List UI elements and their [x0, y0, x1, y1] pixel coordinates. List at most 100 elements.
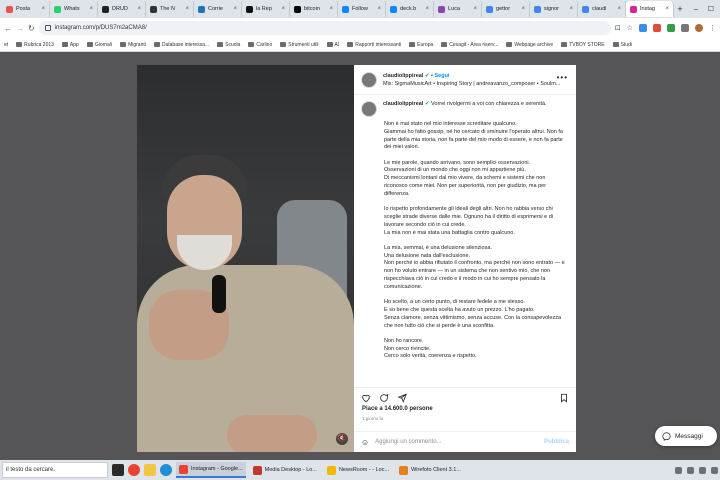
tray-icon[interactable]	[711, 466, 718, 474]
caption-line: Non ho rancore.	[384, 337, 424, 344]
browser-tab[interactable]: The N ×	[146, 1, 194, 17]
close-tab-icon[interactable]: ×	[281, 6, 285, 12]
browser-tab[interactable]: claudi ×	[578, 1, 626, 17]
taskbar-app[interactable]: Media Desktop - Lo...	[250, 462, 320, 478]
tray-icon[interactable]	[687, 466, 694, 474]
close-tab-icon[interactable]: ×	[425, 6, 429, 12]
browser-tab[interactable]: Whats ×	[50, 1, 98, 17]
bookmark-item[interactable]: Strumenti utili	[280, 42, 319, 48]
browser-tab[interactable]: gettor ×	[482, 1, 530, 17]
tab-label: Luca	[448, 6, 460, 12]
close-tab-icon[interactable]: ×	[137, 6, 141, 12]
forward-icon[interactable]: →	[16, 24, 24, 33]
taskbar-app[interactable]: Wirefoto Client 3.1...	[396, 462, 464, 478]
caption-username[interactable]: claudiolippireal	[383, 101, 423, 107]
extension-icon[interactable]	[639, 24, 647, 32]
bookmark-item[interactable]: App	[61, 42, 79, 48]
follow-button[interactable]: Segui	[434, 73, 449, 79]
bookmark-label: Migranti	[128, 41, 146, 48]
tray-icon[interactable]	[675, 466, 682, 474]
bookmark-item[interactable]: TVBOY STORE	[561, 42, 605, 48]
publish-button[interactable]: Pubblica	[544, 439, 569, 445]
more-options-icon[interactable]: •••	[557, 73, 568, 82]
install-icon[interactable]: ⊡	[615, 24, 621, 32]
avatar[interactable]	[361, 71, 377, 88]
star-icon[interactable]: ☆	[627, 24, 633, 32]
comment-icon[interactable]	[379, 393, 389, 403]
taskbar-app[interactable]: Instagram - Google...	[176, 462, 246, 478]
bookmark-item[interactable]: Scuola	[217, 42, 240, 48]
browser-tab[interactable]: DRUD ×	[98, 1, 146, 17]
username-link[interactable]: claudiolippireal	[383, 73, 423, 79]
task-view-icon[interactable]	[112, 464, 124, 476]
reel-video[interactable]: 🔇	[137, 65, 354, 452]
browser-tab[interactable]: Posta ×	[2, 1, 50, 17]
browser-tab[interactable]: bitcoin ×	[290, 1, 338, 17]
taskbar-search[interactable]: il testo da cercare.	[2, 462, 108, 478]
new-tab-button[interactable]: +	[674, 4, 686, 14]
post-actions	[354, 387, 576, 407]
close-tab-icon[interactable]: ×	[665, 6, 669, 12]
likes-count[interactable]: Piace a 14.600.0 persone	[362, 406, 433, 412]
browser-tab[interactable]: Luca ×	[434, 1, 482, 17]
close-tab-icon[interactable]: ×	[617, 6, 621, 12]
browser-tab[interactable]: signor ×	[530, 1, 578, 17]
bookmark-item[interactable]: Studi	[612, 42, 632, 48]
close-tab-icon[interactable]: ×	[569, 6, 573, 12]
bookmark-item[interactable]: Europa	[409, 42, 433, 48]
mute-icon[interactable]: 🔇	[336, 433, 348, 445]
minimize-icon[interactable]: –	[694, 6, 698, 13]
bookmark-item[interactable]: Migranti	[120, 42, 146, 48]
messages-button[interactable]: Messaggi	[655, 426, 717, 446]
page-backdrop[interactable]: 🔇 claudiolippireal ✔ • Segui Mix: SigmaM…	[0, 52, 720, 460]
profile-icon[interactable]	[695, 24, 703, 32]
site-info-icon[interactable]	[44, 25, 51, 31]
browser-tab[interactable]: deck.b ×	[386, 1, 434, 17]
tab-favicon-icon	[630, 5, 637, 13]
comment-input[interactable]: Aggiungi un commento...	[375, 439, 441, 445]
file-explorer-icon[interactable]	[144, 464, 156, 476]
chrome-icon[interactable]	[128, 464, 140, 476]
bookmark-item[interactable]: Rapporti interessanti	[347, 42, 401, 48]
bookmark-item[interactable]: Database interessa...	[153, 42, 209, 48]
edge-icon[interactable]	[160, 464, 172, 476]
url-field[interactable]: instagram.com/p/DUS7m2aCMA8/	[38, 21, 611, 35]
extension-icon[interactable]	[667, 24, 675, 32]
audio-info[interactable]: Mix: SigmaMusicArt • Inspiring Story | a…	[383, 80, 560, 88]
maximize-icon[interactable]: ☐	[708, 5, 714, 13]
save-bookmark-icon[interactable]	[559, 393, 569, 403]
browser-tab[interactable]: la Rep ×	[242, 1, 290, 17]
back-icon[interactable]: ←	[4, 24, 12, 33]
taskbar-app[interactable]: NewsRoom - - Loc...	[324, 462, 392, 478]
close-tab-icon[interactable]: ×	[377, 6, 381, 12]
bookmark-item[interactable]: Giornali	[86, 42, 112, 48]
reload-icon[interactable]: ↻	[28, 24, 35, 33]
post-time[interactable]: 1 giorno fa	[362, 416, 383, 421]
tray-icon[interactable]	[699, 466, 706, 474]
close-tab-icon[interactable]: ×	[521, 6, 525, 12]
browser-tab[interactable]: Follow ×	[338, 1, 386, 17]
close-tab-icon[interactable]: ×	[329, 6, 333, 12]
share-icon[interactable]	[397, 393, 407, 403]
bookmark-item[interactable]: Carlino	[248, 42, 272, 48]
emoji-icon[interactable]: ☺	[361, 438, 369, 447]
menu-icon[interactable]: ⋮	[709, 24, 716, 32]
close-tab-icon[interactable]: ×	[41, 6, 45, 12]
close-tab-icon[interactable]: ×	[185, 6, 189, 12]
comment-bar: ☺ Aggiungi un commento... Pubblica	[354, 431, 576, 452]
heart-icon[interactable]	[361, 393, 371, 403]
browser-tab[interactable]: Corrie ×	[194, 1, 242, 17]
extension-icon[interactable]	[681, 24, 689, 32]
close-tab-icon[interactable]: ×	[89, 6, 93, 12]
bookmark-item[interactable]: Webpage archive	[506, 42, 553, 48]
bookmark-item[interactable]: Rubrica 2013	[16, 42, 54, 48]
bookmark-item[interactable]: Cesagit - Area riserv...	[441, 42, 498, 48]
avatar[interactable]	[361, 101, 377, 117]
bookmark-item[interactable]: et	[4, 42, 8, 48]
close-tab-icon[interactable]: ×	[233, 6, 237, 12]
close-tab-icon[interactable]: ×	[473, 6, 477, 12]
tab-favicon-icon	[438, 5, 445, 13]
extension-icon[interactable]	[653, 24, 661, 32]
bookmark-item[interactable]: AI	[326, 42, 339, 48]
browser-tab[interactable]: Instag ×	[626, 1, 674, 17]
